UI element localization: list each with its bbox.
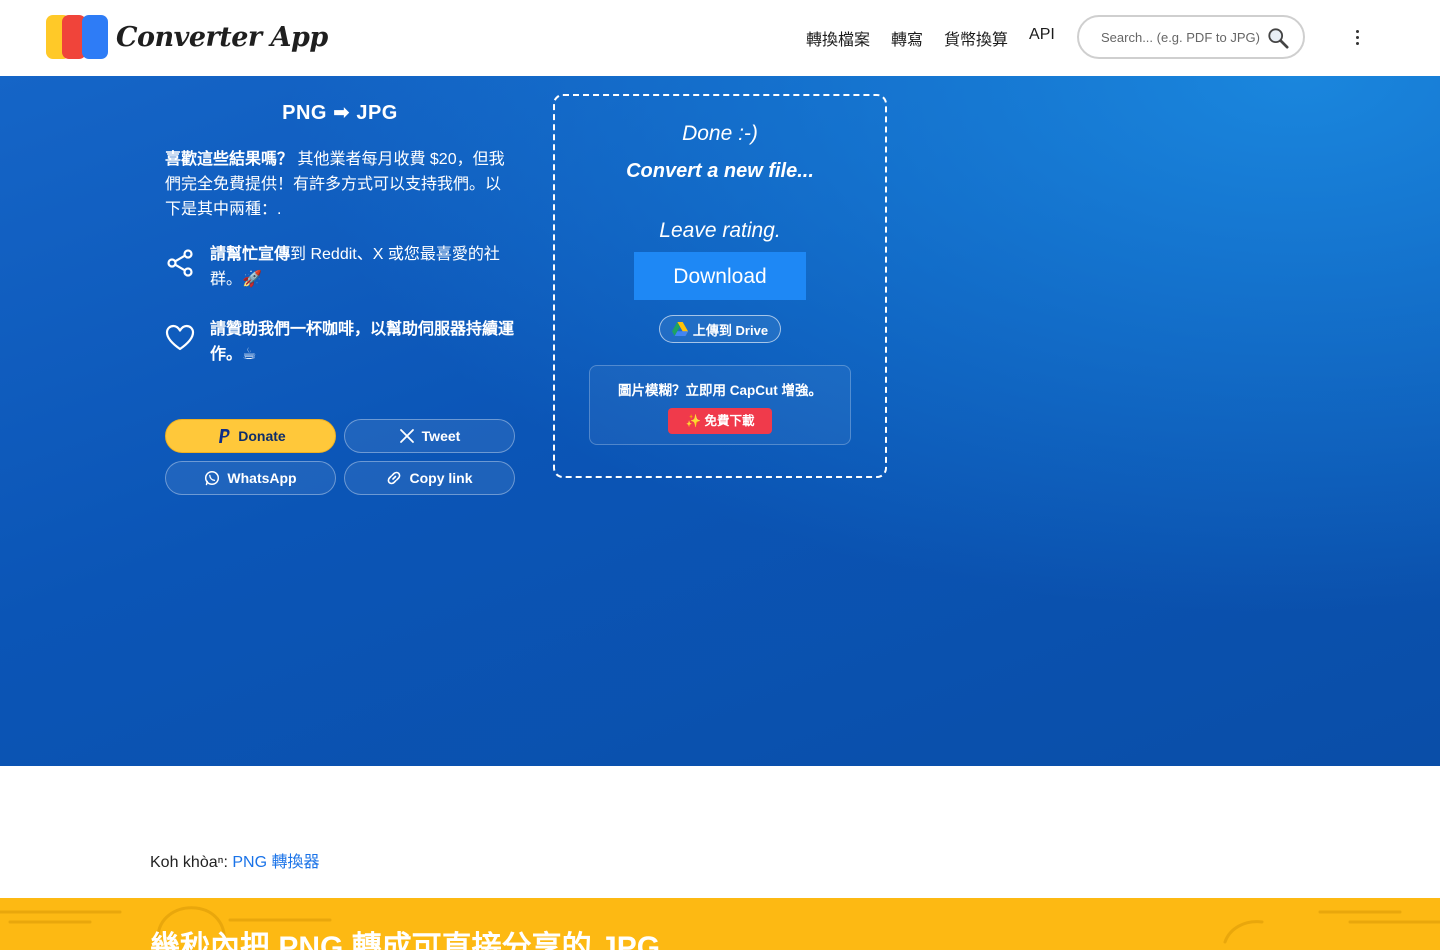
search-box	[1077, 15, 1305, 59]
hero-section: PNG ➡ JPG 喜歡這些結果嗎？ 其他業者每月收費 $20，但我們完全免費提…	[0, 76, 1440, 766]
whatsapp-icon	[205, 470, 220, 486]
done-message: Done :-)	[682, 122, 758, 145]
logo-mark-icon	[46, 15, 108, 59]
share-row: 請幫忙宣傳到 Reddit、X 或您最喜愛的社群。🚀	[165, 242, 515, 292]
capcut-download-button[interactable]: ✨ 免費下載	[668, 408, 772, 434]
nav-api[interactable]: API	[1029, 26, 1055, 50]
tweet-label: Tweet	[421, 428, 461, 444]
copy-link-label: Copy link	[409, 470, 473, 486]
leave-rating-link[interactable]: Leave rating.	[555, 219, 885, 243]
capcut-text: 圖片模糊？立即用 CapCut 增強。	[618, 383, 822, 398]
feature-band: 幾秒內把 PNG 轉成可直接分享的 JPG	[0, 898, 1440, 950]
app-name: Converter App	[116, 21, 328, 53]
paypal-icon	[219, 429, 230, 443]
copy-link-button[interactable]: Copy link	[344, 461, 515, 495]
feature-band-title: 幾秒內把 PNG 轉成可直接分享的 JPG	[150, 931, 661, 950]
result-panel: Done :-) Convert a new file... Leave rat…	[553, 94, 887, 478]
support-panel: PNG ➡ JPG 喜歡這些結果嗎？ 其他業者每月收費 $20，但我們完全免費提…	[165, 76, 515, 495]
breadcrumb-prefix: Koh khòaⁿ:	[150, 854, 233, 871]
x-logo-icon	[399, 429, 414, 443]
google-drive-icon	[671, 322, 688, 336]
heart-icon	[165, 324, 195, 351]
download-button[interactable]: Download	[634, 252, 806, 300]
search-input[interactable]	[1099, 28, 1273, 46]
nav-transcribe[interactable]: 轉寫	[891, 26, 923, 50]
nav-currency[interactable]: 貨幣換算	[944, 26, 1008, 50]
search-icon[interactable]	[1267, 27, 1289, 49]
upload-drive-button[interactable]: 上傳到 Drive	[659, 315, 781, 343]
coffee-row: 請贊助我們一杯咖啡，以幫助伺服器持續運作。☕	[165, 317, 515, 367]
link-icon	[388, 471, 401, 485]
conversion-title: PNG ➡ JPG	[282, 102, 398, 124]
site-header: Converter App 轉換檔案 轉寫 貨幣換算 API	[0, 0, 1440, 76]
donate-label: Donate	[238, 428, 286, 444]
capcut-promo: 圖片模糊？立即用 CapCut 增強。 ✨ 免費下載	[589, 365, 851, 445]
coffee-text: 請贊助我們一杯咖啡，以幫助伺服器持續運作。☕	[210, 321, 515, 363]
support-intro: 喜歡這些結果嗎？ 其他業者每月收費 $20，但我們完全免費提供！有許多方式可以支…	[165, 147, 515, 222]
donate-button[interactable]: Donate	[165, 419, 336, 453]
tweet-button[interactable]: Tweet	[344, 419, 515, 453]
more-menu-icon[interactable]	[1348, 27, 1366, 49]
share-icon	[167, 249, 193, 277]
breadcrumb: Koh khòaⁿ: PNG 轉換器	[150, 848, 319, 872]
support-buttons: Donate Tweet WhatsApp Copy link	[165, 419, 515, 495]
whatsapp-button[interactable]: WhatsApp	[165, 461, 336, 495]
whatsapp-label: WhatsApp	[227, 470, 297, 486]
convert-new-file-link[interactable]: Convert a new file...	[555, 160, 885, 183]
main-nav: 轉換檔案 轉寫 貨幣換算 API	[806, 26, 1055, 50]
nav-convert-files[interactable]: 轉換檔案	[806, 26, 870, 50]
breadcrumb-png-converter-link[interactable]: PNG 轉換器	[232, 854, 319, 871]
drive-label: 上傳到 Drive	[692, 322, 769, 338]
share-bold: 請幫忙宣傳	[210, 246, 291, 263]
intro-bold: 喜歡這些結果嗎？	[165, 151, 294, 168]
app-logo[interactable]: Converter App	[46, 15, 328, 59]
